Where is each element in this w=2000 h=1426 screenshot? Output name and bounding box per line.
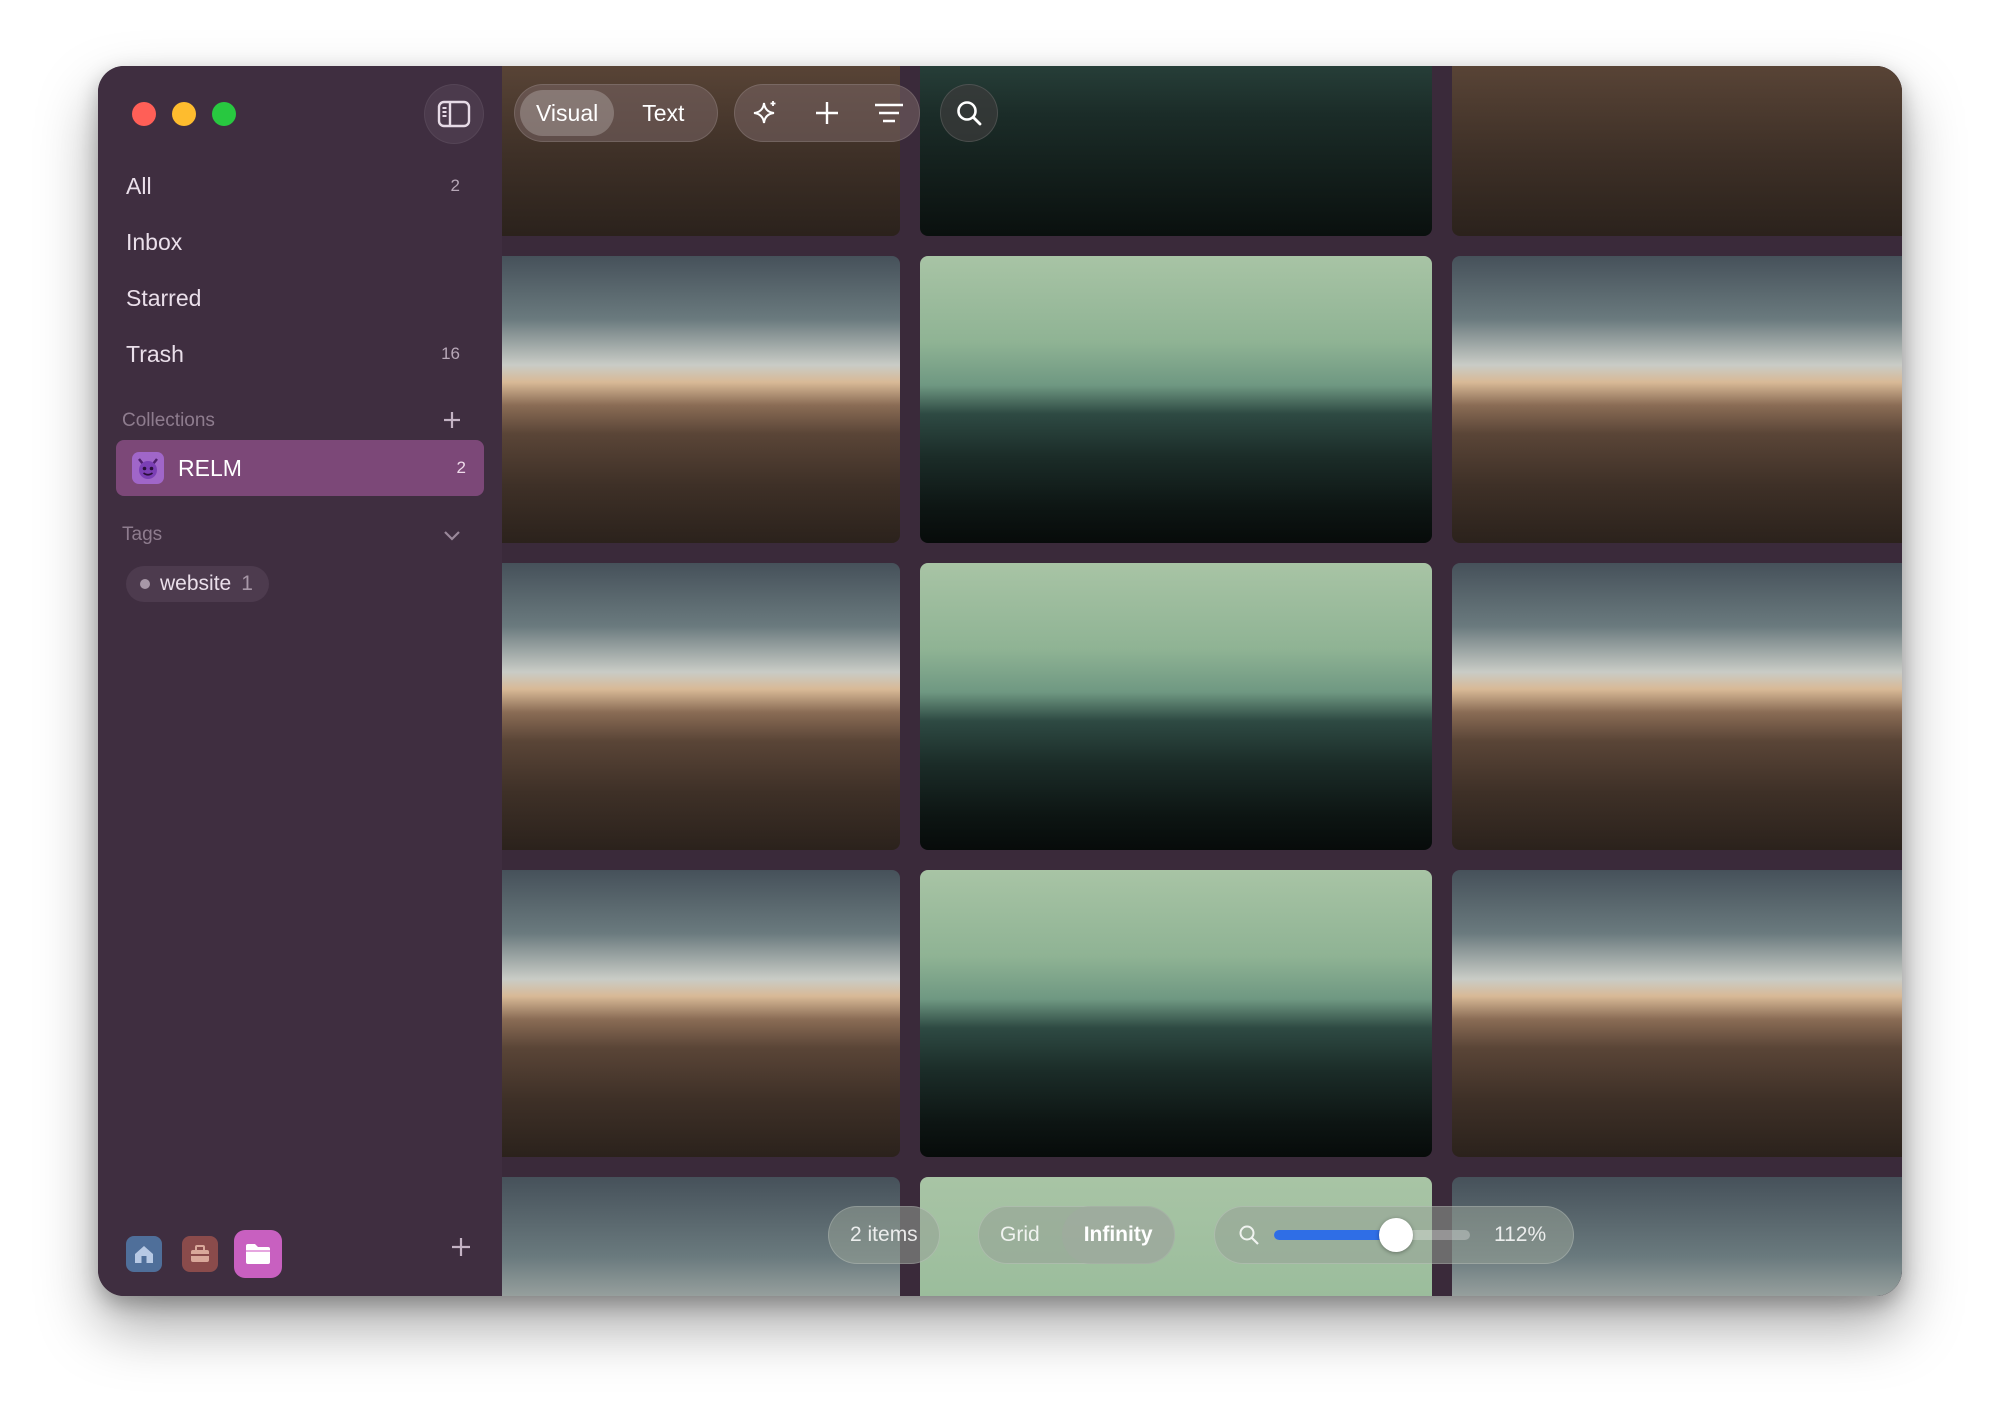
filter-button[interactable] [864, 90, 914, 136]
zoom-slider-fill [1274, 1230, 1396, 1240]
view-mode-toggle: Visual Text [514, 84, 718, 142]
image-tile[interactable] [1452, 256, 1902, 543]
collection-label: RELM [178, 454, 242, 481]
image-tile[interactable] [920, 563, 1432, 850]
sidebar-item-label: Starred [126, 284, 202, 311]
home-icon[interactable] [126, 1236, 162, 1272]
sidebar-toggle-icon [437, 100, 471, 128]
plus-icon [452, 1238, 470, 1256]
item-count-pill: 2 items [828, 1206, 940, 1264]
tab-infinity[interactable]: Infinity [1061, 1206, 1175, 1264]
image-tile[interactable] [920, 66, 1432, 236]
toolbar-actions [734, 84, 920, 142]
sparkles-icon [753, 101, 776, 124]
zoom-slider-knob[interactable] [1378, 1218, 1413, 1252]
sidebar-item-label: Trash [126, 340, 184, 367]
image-tile[interactable] [1452, 870, 1902, 1157]
tag-chip-website[interactable]: website 1 [126, 566, 269, 602]
image-grid: Visual Text 2 items Grid Infinity 112% [502, 66, 1902, 1296]
image-tile[interactable] [920, 256, 1432, 543]
zoom-control: 112% [1214, 1206, 1574, 1264]
folder-icon[interactable] [234, 1230, 282, 1278]
zoom-search-icon [1239, 1225, 1259, 1245]
app-window: All 2 Inbox Starred Trash 16 Collections [98, 66, 1902, 1296]
plus-icon [816, 102, 838, 124]
toolbox-icon[interactable] [182, 1236, 218, 1272]
image-tile[interactable] [920, 870, 1432, 1157]
tab-text[interactable]: Text [626, 90, 700, 136]
tags-heading: Tags [122, 524, 163, 545]
item-count: 2 items [850, 1223, 918, 1246]
sidebar-item-count: 2 [450, 176, 460, 195]
maximize-window-button[interactable] [212, 102, 236, 126]
devil-emoji-icon [132, 452, 164, 484]
image-tile[interactable] [502, 870, 900, 1157]
add-item-button[interactable] [802, 90, 852, 136]
search-icon [957, 101, 982, 126]
sidebar-item-inbox[interactable]: Inbox [126, 222, 466, 262]
image-tile[interactable] [1452, 563, 1902, 850]
sidebar: All 2 Inbox Starred Trash 16 Collections [98, 66, 502, 1296]
add-space-button[interactable] [450, 1232, 472, 1266]
chevron-down-icon [444, 531, 460, 541]
sidebar-item-label: All [126, 172, 152, 199]
sidebar-item-label: Inbox [126, 228, 183, 255]
minimize-window-button[interactable] [172, 102, 196, 126]
toggle-tags-button[interactable] [442, 522, 462, 553]
collections-heading: Collections [122, 410, 215, 431]
add-collection-button[interactable] [442, 406, 462, 437]
layout-toggle: Grid Infinity [978, 1206, 1175, 1264]
tab-visual[interactable]: Visual [520, 90, 615, 136]
tab-grid[interactable]: Grid [978, 1206, 1062, 1264]
close-window-button[interactable] [132, 102, 156, 126]
collection-count: 2 [456, 458, 466, 477]
filter-icon [875, 103, 903, 123]
zoom-slider[interactable] [1274, 1218, 1470, 1252]
tag-count: 1 [241, 572, 253, 595]
ai-sparkle-button[interactable] [740, 90, 790, 136]
search-button[interactable] [940, 84, 998, 142]
sidebar-item-all[interactable]: All 2 [126, 166, 466, 206]
zoom-value: 112% [1494, 1223, 1547, 1246]
sidebar-item-trash[interactable]: Trash 16 [126, 334, 466, 374]
tag-label: website [160, 572, 232, 595]
sidebar-item-count: 16 [441, 344, 460, 363]
image-tile[interactable] [502, 563, 900, 850]
sidebar-toggle-button[interactable] [424, 84, 484, 144]
tag-color-dot [140, 579, 150, 589]
plus-icon [444, 412, 460, 428]
sidebar-item-starred[interactable]: Starred [126, 278, 466, 318]
image-tile[interactable] [502, 256, 900, 543]
collection-item-relm[interactable]: RELM 2 [116, 440, 484, 496]
image-tile[interactable] [1452, 66, 1902, 236]
